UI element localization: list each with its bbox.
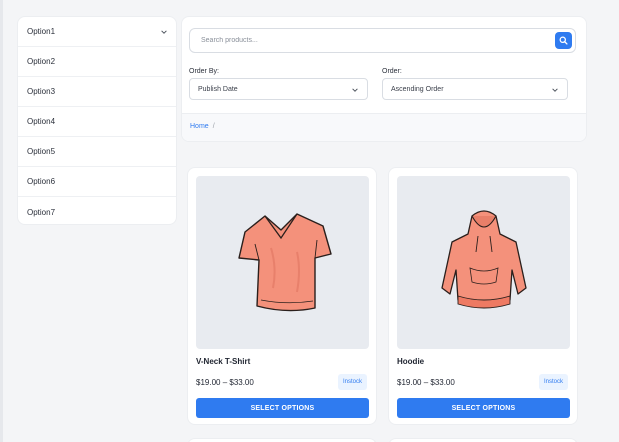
order-label: Order: (382, 68, 402, 75)
tshirt-image (237, 212, 332, 311)
search-input[interactable] (190, 29, 550, 52)
select-options-button[interactable]: SELECT OPTIONS (196, 398, 369, 418)
sidebar-item-option5[interactable]: Option5 (18, 137, 176, 167)
order-value: Ascending Order (391, 85, 444, 93)
chevron-down-icon (161, 30, 167, 34)
breadcrumb: Home / (190, 123, 215, 130)
product-card: V-Neck T-Shirt $19.00 – $33.00 Instock S… (187, 167, 377, 425)
sidebar-item-label: Option4 (27, 117, 56, 126)
select-options-button[interactable]: SELECT OPTIONS (397, 398, 570, 418)
sidebar-item-label: Option5 (27, 147, 56, 156)
product-name[interactable]: Hoodie (397, 357, 424, 366)
product-card-partial (187, 438, 377, 442)
product-image[interactable] (196, 176, 369, 349)
sidebar-item-option3[interactable]: Option3 (18, 77, 176, 107)
sidebar-item-option4[interactable]: Option4 (18, 107, 176, 137)
order-by-label: Order By: (189, 68, 219, 75)
filter-panel: Order By: Publish Date Order: Ascending … (181, 16, 587, 142)
search-bar (189, 28, 576, 53)
page-edge (0, 0, 3, 442)
stock-badge: Instock (337, 374, 367, 390)
sidebar-item-label: Option7 (27, 207, 56, 217)
product-image[interactable] (397, 176, 570, 349)
sidebar-item-option6[interactable]: Option6 (18, 167, 176, 197)
product-price: $19.00 – $33.00 (397, 378, 455, 387)
chevron-down-icon (552, 88, 558, 92)
chevron-down-icon (352, 88, 358, 92)
order-by-value: Publish Date (198, 85, 238, 93)
sidebar-item-label: Option3 (27, 87, 56, 96)
breadcrumb-bar (182, 114, 586, 141)
breadcrumb-separator: / (212, 123, 215, 130)
sidebar-item-option1[interactable]: Option1 (18, 17, 176, 47)
category-sidebar: Option1 Option2 Option3 Option4 Option5 … (17, 16, 177, 225)
sidebar-item-option7[interactable]: Option7 (18, 197, 176, 224)
sidebar-item-label: Option1 (27, 27, 56, 36)
sidebar-item-label: Option2 (27, 57, 56, 66)
product-name[interactable]: V-Neck T-Shirt (196, 357, 250, 366)
search-icon (559, 36, 568, 45)
breadcrumb-home-link[interactable]: Home (190, 123, 209, 130)
product-card-partial (388, 438, 578, 442)
stock-badge: Instock (538, 374, 568, 390)
hoodie-image (440, 209, 527, 308)
product-card: Hoodie $19.00 – $33.00 Instock SELECT OP… (388, 167, 578, 425)
order-by-select[interactable]: Publish Date (189, 78, 368, 100)
product-price: $19.00 – $33.00 (196, 378, 254, 387)
sidebar-item-label: Option6 (27, 177, 56, 186)
order-select[interactable]: Ascending Order (382, 78, 568, 100)
search-button[interactable] (555, 32, 572, 49)
sidebar-item-option2[interactable]: Option2 (18, 47, 176, 77)
